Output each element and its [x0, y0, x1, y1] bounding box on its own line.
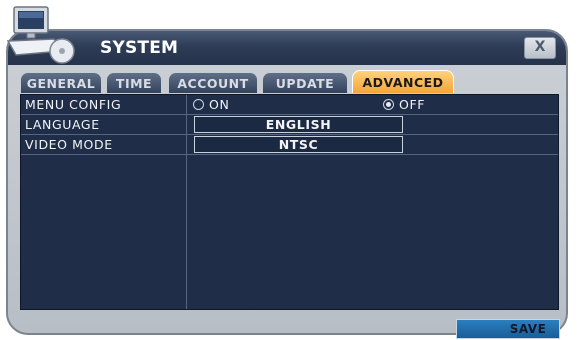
- menu-config-label: MENU CONFIG: [25, 97, 122, 112]
- language-row: LANGUAGE ENGLISH: [21, 115, 558, 135]
- video-mode-row: VIDEO MODE NTSC: [21, 135, 558, 155]
- tab-general[interactable]: GENERAL: [20, 72, 102, 93]
- menu-config-on-label: ON: [209, 97, 230, 112]
- video-mode-select[interactable]: NTSC: [194, 136, 403, 153]
- menu-config-off-label: OFF: [399, 97, 426, 112]
- tab-advanced[interactable]: ADVANCED: [352, 70, 454, 93]
- close-icon: X: [534, 39, 546, 55]
- video-mode-label: VIDEO MODE: [25, 137, 113, 152]
- tab-label: ADVANCED: [362, 75, 444, 90]
- save-button[interactable]: SAVE: [456, 319, 560, 339]
- tab-update[interactable]: UPDATE: [262, 72, 348, 93]
- tab-label: UPDATE: [275, 76, 335, 91]
- tab-label: GENERAL: [26, 76, 96, 91]
- menu-config-off-radio[interactable]: [383, 99, 394, 110]
- save-button-label: SAVE: [509, 322, 547, 336]
- system-window: SYSTEM X GENERAL TIME ACCOUNT UPDATE ADV…: [6, 6, 568, 339]
- close-button[interactable]: X: [524, 37, 556, 59]
- language-select[interactable]: ENGLISH: [194, 116, 403, 133]
- language-label: LANGUAGE: [25, 117, 100, 132]
- tab-label: ACCOUNT: [177, 76, 249, 91]
- video-mode-value-area: NTSC: [187, 135, 558, 154]
- tab-time[interactable]: TIME: [106, 72, 162, 93]
- menu-config-row: MENU CONFIG ON OFF: [21, 95, 558, 115]
- title-bar: SYSTEM X: [8, 31, 566, 65]
- settings-panel: MENU CONFIG ON OFF LANGUAGE ENGLISH VIDE…: [20, 94, 559, 310]
- tab-account[interactable]: ACCOUNT: [168, 72, 258, 93]
- tab-label: TIME: [115, 76, 153, 91]
- window-title: SYSTEM: [100, 38, 179, 58]
- computer-icon: [6, 6, 75, 64]
- menu-config-on-radio[interactable]: [193, 99, 204, 110]
- language-value-area: ENGLISH: [187, 115, 558, 134]
